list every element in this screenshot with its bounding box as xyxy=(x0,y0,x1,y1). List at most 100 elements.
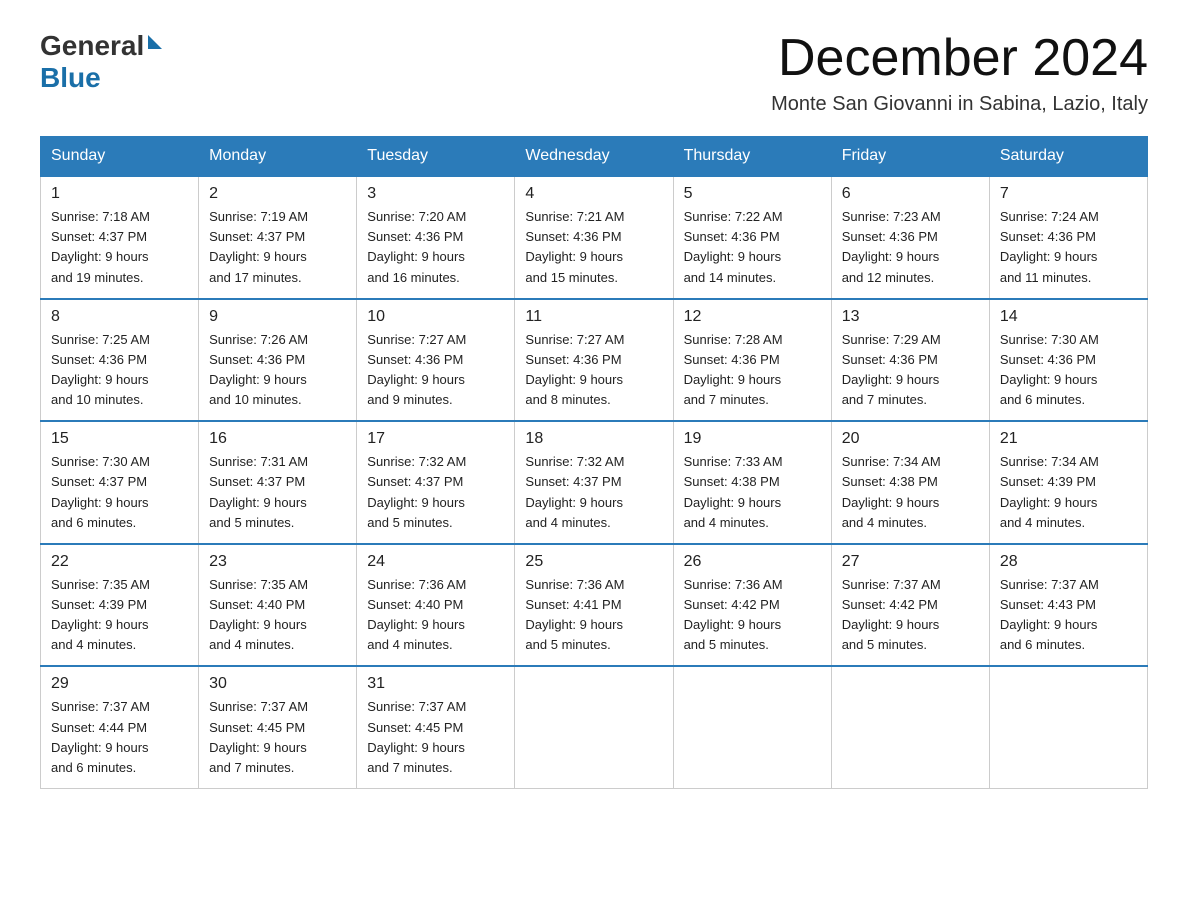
col-saturday: Saturday xyxy=(989,137,1147,177)
day-number: 17 xyxy=(367,430,504,448)
day-info: Sunrise: 7:22 AM Sunset: 4:36 PM Dayligh… xyxy=(684,207,821,288)
day-number: 28 xyxy=(1000,553,1137,571)
day-info: Sunrise: 7:19 AM Sunset: 4:37 PM Dayligh… xyxy=(209,207,346,288)
day-info: Sunrise: 7:35 AM Sunset: 4:40 PM Dayligh… xyxy=(209,575,346,656)
day-info: Sunrise: 7:37 AM Sunset: 4:45 PM Dayligh… xyxy=(209,697,346,778)
day-number: 22 xyxy=(51,553,188,571)
day-number: 4 xyxy=(525,185,662,203)
day-info: Sunrise: 7:34 AM Sunset: 4:39 PM Dayligh… xyxy=(1000,452,1137,533)
table-row: 16 Sunrise: 7:31 AM Sunset: 4:37 PM Dayl… xyxy=(199,421,357,544)
day-number: 18 xyxy=(525,430,662,448)
table-row: 12 Sunrise: 7:28 AM Sunset: 4:36 PM Dayl… xyxy=(673,299,831,422)
day-info: Sunrise: 7:26 AM Sunset: 4:36 PM Dayligh… xyxy=(209,330,346,411)
day-info: Sunrise: 7:28 AM Sunset: 4:36 PM Dayligh… xyxy=(684,330,821,411)
day-number: 5 xyxy=(684,185,821,203)
col-sunday: Sunday xyxy=(41,137,199,177)
table-row: 30 Sunrise: 7:37 AM Sunset: 4:45 PM Dayl… xyxy=(199,666,357,788)
day-info: Sunrise: 7:37 AM Sunset: 4:42 PM Dayligh… xyxy=(842,575,979,656)
day-number: 1 xyxy=(51,185,188,203)
day-info: Sunrise: 7:36 AM Sunset: 4:42 PM Dayligh… xyxy=(684,575,821,656)
calendar-table: Sunday Monday Tuesday Wednesday Thursday… xyxy=(40,136,1148,789)
day-number: 10 xyxy=(367,308,504,326)
table-row xyxy=(831,666,989,788)
day-number: 27 xyxy=(842,553,979,571)
location-subtitle: Monte San Giovanni in Sabina, Lazio, Ita… xyxy=(771,93,1148,116)
col-tuesday: Tuesday xyxy=(357,137,515,177)
table-row: 14 Sunrise: 7:30 AM Sunset: 4:36 PM Dayl… xyxy=(989,299,1147,422)
table-row xyxy=(673,666,831,788)
day-info: Sunrise: 7:32 AM Sunset: 4:37 PM Dayligh… xyxy=(525,452,662,533)
table-row: 11 Sunrise: 7:27 AM Sunset: 4:36 PM Dayl… xyxy=(515,299,673,422)
table-row: 8 Sunrise: 7:25 AM Sunset: 4:36 PM Dayli… xyxy=(41,299,199,422)
day-number: 24 xyxy=(367,553,504,571)
logo-blue-text: Blue xyxy=(40,62,101,94)
table-row: 1 Sunrise: 7:18 AM Sunset: 4:37 PM Dayli… xyxy=(41,176,199,299)
day-number: 14 xyxy=(1000,308,1137,326)
day-info: Sunrise: 7:25 AM Sunset: 4:36 PM Dayligh… xyxy=(51,330,188,411)
table-row: 31 Sunrise: 7:37 AM Sunset: 4:45 PM Dayl… xyxy=(357,666,515,788)
day-info: Sunrise: 7:30 AM Sunset: 4:37 PM Dayligh… xyxy=(51,452,188,533)
week-row-1: 1 Sunrise: 7:18 AM Sunset: 4:37 PM Dayli… xyxy=(41,176,1148,299)
day-number: 13 xyxy=(842,308,979,326)
table-row: 20 Sunrise: 7:34 AM Sunset: 4:38 PM Dayl… xyxy=(831,421,989,544)
table-row: 5 Sunrise: 7:22 AM Sunset: 4:36 PM Dayli… xyxy=(673,176,831,299)
logo: General Blue xyxy=(40,30,162,94)
table-row: 7 Sunrise: 7:24 AM Sunset: 4:36 PM Dayli… xyxy=(989,176,1147,299)
col-thursday: Thursday xyxy=(673,137,831,177)
table-row: 9 Sunrise: 7:26 AM Sunset: 4:36 PM Dayli… xyxy=(199,299,357,422)
table-row: 26 Sunrise: 7:36 AM Sunset: 4:42 PM Dayl… xyxy=(673,544,831,667)
day-info: Sunrise: 7:30 AM Sunset: 4:36 PM Dayligh… xyxy=(1000,330,1137,411)
day-info: Sunrise: 7:20 AM Sunset: 4:36 PM Dayligh… xyxy=(367,207,504,288)
day-number: 6 xyxy=(842,185,979,203)
day-info: Sunrise: 7:37 AM Sunset: 4:45 PM Dayligh… xyxy=(367,697,504,778)
table-row xyxy=(515,666,673,788)
page-header: General Blue December 2024 Monte San Gio… xyxy=(40,30,1148,116)
day-info: Sunrise: 7:32 AM Sunset: 4:37 PM Dayligh… xyxy=(367,452,504,533)
table-row: 29 Sunrise: 7:37 AM Sunset: 4:44 PM Dayl… xyxy=(41,666,199,788)
table-row: 23 Sunrise: 7:35 AM Sunset: 4:40 PM Dayl… xyxy=(199,544,357,667)
day-info: Sunrise: 7:18 AM Sunset: 4:37 PM Dayligh… xyxy=(51,207,188,288)
table-row: 2 Sunrise: 7:19 AM Sunset: 4:37 PM Dayli… xyxy=(199,176,357,299)
day-info: Sunrise: 7:27 AM Sunset: 4:36 PM Dayligh… xyxy=(525,330,662,411)
day-number: 20 xyxy=(842,430,979,448)
day-info: Sunrise: 7:36 AM Sunset: 4:41 PM Dayligh… xyxy=(525,575,662,656)
table-row: 22 Sunrise: 7:35 AM Sunset: 4:39 PM Dayl… xyxy=(41,544,199,667)
calendar-header-row: Sunday Monday Tuesday Wednesday Thursday… xyxy=(41,137,1148,177)
day-number: 11 xyxy=(525,308,662,326)
day-info: Sunrise: 7:23 AM Sunset: 4:36 PM Dayligh… xyxy=(842,207,979,288)
table-row: 4 Sunrise: 7:21 AM Sunset: 4:36 PM Dayli… xyxy=(515,176,673,299)
day-number: 19 xyxy=(684,430,821,448)
day-info: Sunrise: 7:24 AM Sunset: 4:36 PM Dayligh… xyxy=(1000,207,1137,288)
day-info: Sunrise: 7:31 AM Sunset: 4:37 PM Dayligh… xyxy=(209,452,346,533)
day-number: 23 xyxy=(209,553,346,571)
week-row-5: 29 Sunrise: 7:37 AM Sunset: 4:44 PM Dayl… xyxy=(41,666,1148,788)
day-number: 15 xyxy=(51,430,188,448)
logo-general-text: General xyxy=(40,30,144,62)
day-info: Sunrise: 7:27 AM Sunset: 4:36 PM Dayligh… xyxy=(367,330,504,411)
day-number: 9 xyxy=(209,308,346,326)
table-row: 19 Sunrise: 7:33 AM Sunset: 4:38 PM Dayl… xyxy=(673,421,831,544)
day-info: Sunrise: 7:37 AM Sunset: 4:43 PM Dayligh… xyxy=(1000,575,1137,656)
logo-general: General xyxy=(40,30,162,62)
table-row: 24 Sunrise: 7:36 AM Sunset: 4:40 PM Dayl… xyxy=(357,544,515,667)
table-row: 10 Sunrise: 7:27 AM Sunset: 4:36 PM Dayl… xyxy=(357,299,515,422)
table-row: 6 Sunrise: 7:23 AM Sunset: 4:36 PM Dayli… xyxy=(831,176,989,299)
week-row-4: 22 Sunrise: 7:35 AM Sunset: 4:39 PM Dayl… xyxy=(41,544,1148,667)
table-row: 17 Sunrise: 7:32 AM Sunset: 4:37 PM Dayl… xyxy=(357,421,515,544)
day-number: 16 xyxy=(209,430,346,448)
col-friday: Friday xyxy=(831,137,989,177)
day-number: 2 xyxy=(209,185,346,203)
day-number: 29 xyxy=(51,675,188,693)
day-info: Sunrise: 7:36 AM Sunset: 4:40 PM Dayligh… xyxy=(367,575,504,656)
day-info: Sunrise: 7:37 AM Sunset: 4:44 PM Dayligh… xyxy=(51,697,188,778)
week-row-2: 8 Sunrise: 7:25 AM Sunset: 4:36 PM Dayli… xyxy=(41,299,1148,422)
day-info: Sunrise: 7:34 AM Sunset: 4:38 PM Dayligh… xyxy=(842,452,979,533)
month-year-title: December 2024 xyxy=(771,30,1148,87)
day-info: Sunrise: 7:21 AM Sunset: 4:36 PM Dayligh… xyxy=(525,207,662,288)
table-row: 3 Sunrise: 7:20 AM Sunset: 4:36 PM Dayli… xyxy=(357,176,515,299)
day-number: 26 xyxy=(684,553,821,571)
day-number: 8 xyxy=(51,308,188,326)
day-number: 25 xyxy=(525,553,662,571)
day-number: 30 xyxy=(209,675,346,693)
table-row xyxy=(989,666,1147,788)
